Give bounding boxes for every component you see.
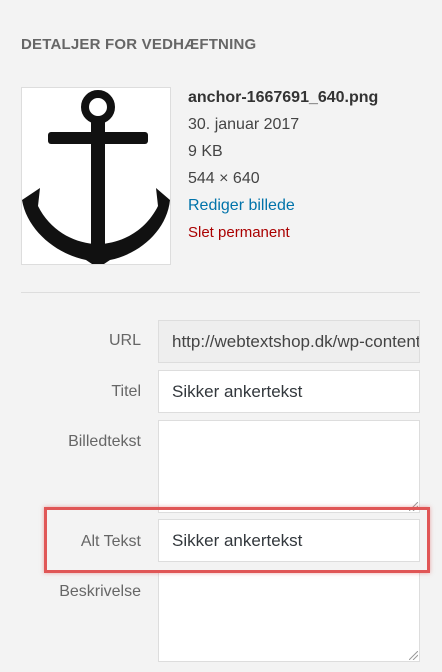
anchor-icon (22, 90, 170, 264)
attachment-filename: anchor-1667691_640.png (188, 89, 379, 106)
title-label: Titel (111, 383, 141, 400)
attachment-details-heading: DETALJER FOR VEDHÆFTNING (21, 36, 257, 53)
delete-permanently-link[interactable]: Slet permanent (188, 219, 378, 246)
description-label: Beskrivelse (59, 583, 141, 600)
alt-text-label: Alt Tekst (80, 533, 141, 550)
url-label: URL (108, 332, 141, 349)
attachment-date: 30. januar 2017 (188, 116, 300, 133)
divider (21, 292, 420, 293)
alt-text-field[interactable]: Sikker ankertekst (158, 519, 420, 562)
attachment-filesize: 9 KB (188, 143, 223, 160)
url-field[interactable]: http://webtextshop.dk/wp-content/uploads… (158, 320, 420, 363)
edit-image-link[interactable]: Rediger billede (188, 192, 378, 219)
description-resize-grip-icon[interactable] (409, 651, 418, 660)
attachment-thumbnail[interactable] (21, 87, 171, 265)
attachment-dimensions: 544 × 640 (188, 170, 260, 187)
caption-field[interactable] (158, 420, 420, 513)
description-field[interactable] (158, 570, 420, 662)
title-field[interactable]: Sikker ankertekst (158, 370, 420, 413)
caption-label: Billedtekst (68, 433, 141, 450)
caption-resize-grip-icon[interactable] (409, 502, 418, 511)
